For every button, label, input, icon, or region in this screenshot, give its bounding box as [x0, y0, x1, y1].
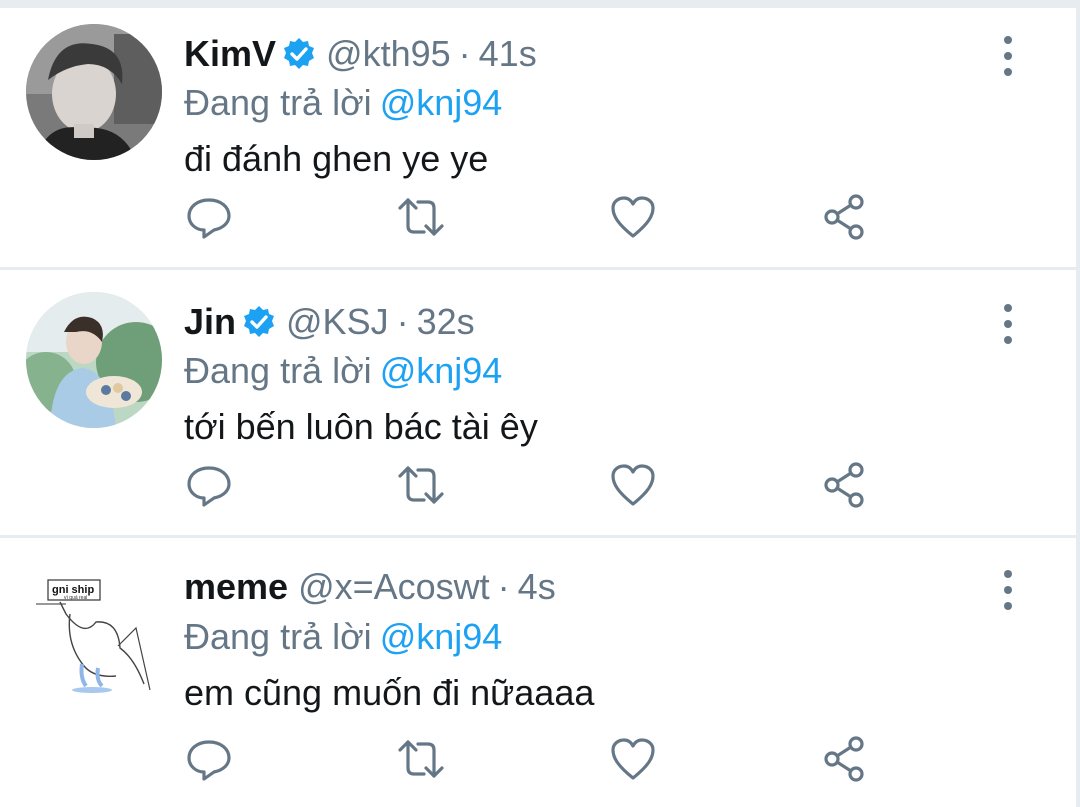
- retweet-icon[interactable]: [396, 192, 446, 242]
- divider: [0, 535, 1080, 538]
- like-icon[interactable]: [608, 192, 658, 242]
- display-name[interactable]: meme: [184, 566, 288, 608]
- more-options-icon[interactable]: [996, 566, 1020, 614]
- handle[interactable]: @kth95: [326, 33, 451, 75]
- share-icon[interactable]: [820, 734, 870, 784]
- avatar-meme[interactable]: gni ship vì quá real: [26, 558, 162, 694]
- avatar-kimv[interactable]: [26, 24, 162, 160]
- tweet-header: Jin @KSJ · 32s: [184, 300, 475, 350]
- right-edge: [1076, 0, 1080, 807]
- separator: ·: [497, 566, 510, 607]
- share-icon[interactable]: [820, 460, 870, 510]
- reply-mention[interactable]: @knj94: [380, 616, 503, 657]
- retweet-icon[interactable]: [396, 460, 446, 510]
- display-name[interactable]: KimV: [184, 33, 276, 75]
- avatar-jin[interactable]: [26, 292, 162, 428]
- divider: [0, 267, 1080, 270]
- reply-icon[interactable]: [184, 192, 234, 242]
- reply-context: Đang trả lời @knj94: [184, 350, 502, 392]
- tweet-2[interactable]: Jin @KSJ · 32s Đang trả lời @knj94 tới bế…: [0, 276, 1076, 536]
- reply-prefix: Đang trả lời: [184, 82, 372, 123]
- verified-badge-icon: [242, 305, 276, 339]
- more-options-icon[interactable]: [996, 32, 1020, 80]
- display-name[interactable]: Jin: [184, 301, 236, 343]
- separator: ·: [396, 301, 409, 342]
- tweet-header: meme @x=Acoswt · 4s: [184, 566, 556, 616]
- action-bar: [184, 192, 884, 252]
- like-icon[interactable]: [608, 734, 658, 784]
- timestamp[interactable]: 32s: [417, 301, 475, 343]
- avatar-sign-subtext: vì quá real: [64, 595, 87, 601]
- handle[interactable]: @x=Acoswt: [298, 566, 490, 608]
- reply-prefix: Đang trả lời: [184, 616, 372, 657]
- handle[interactable]: @KSJ: [286, 301, 389, 343]
- reply-icon[interactable]: [184, 734, 234, 784]
- tweet-text: tới bến luôn bác tài êy: [184, 406, 538, 447]
- reply-mention[interactable]: @knj94: [380, 82, 503, 123]
- reply-mention[interactable]: @knj94: [380, 350, 503, 391]
- tweet-header: KimV @kth95 · 41s: [184, 32, 537, 82]
- action-bar: [184, 460, 884, 520]
- tweet-3[interactable]: gni ship vì quá real meme @x=Acoswt · 4s…: [0, 542, 1076, 807]
- timestamp[interactable]: 4s: [518, 566, 556, 608]
- reply-icon[interactable]: [184, 460, 234, 510]
- reply-prefix: Đang trả lời: [184, 350, 372, 391]
- more-options-icon[interactable]: [996, 300, 1020, 348]
- like-icon[interactable]: [608, 460, 658, 510]
- reply-context: Đang trả lời @knj94: [184, 616, 502, 658]
- reply-context: Đang trả lời @knj94: [184, 82, 502, 124]
- retweet-icon[interactable]: [396, 734, 446, 784]
- tweet-1[interactable]: KimV @kth95 · 41s Đang trả lời @knj94 đi …: [0, 8, 1076, 268]
- separator: ·: [458, 33, 471, 74]
- tweet-text: em cũng muốn đi nữaaaa: [184, 672, 595, 713]
- tweet-text: đi đánh ghen ye ye: [184, 138, 489, 179]
- timestamp[interactable]: 41s: [479, 33, 537, 75]
- verified-badge-icon: [282, 37, 316, 71]
- top-border: [0, 0, 1080, 8]
- action-bar: [184, 734, 884, 794]
- share-icon[interactable]: [820, 192, 870, 242]
